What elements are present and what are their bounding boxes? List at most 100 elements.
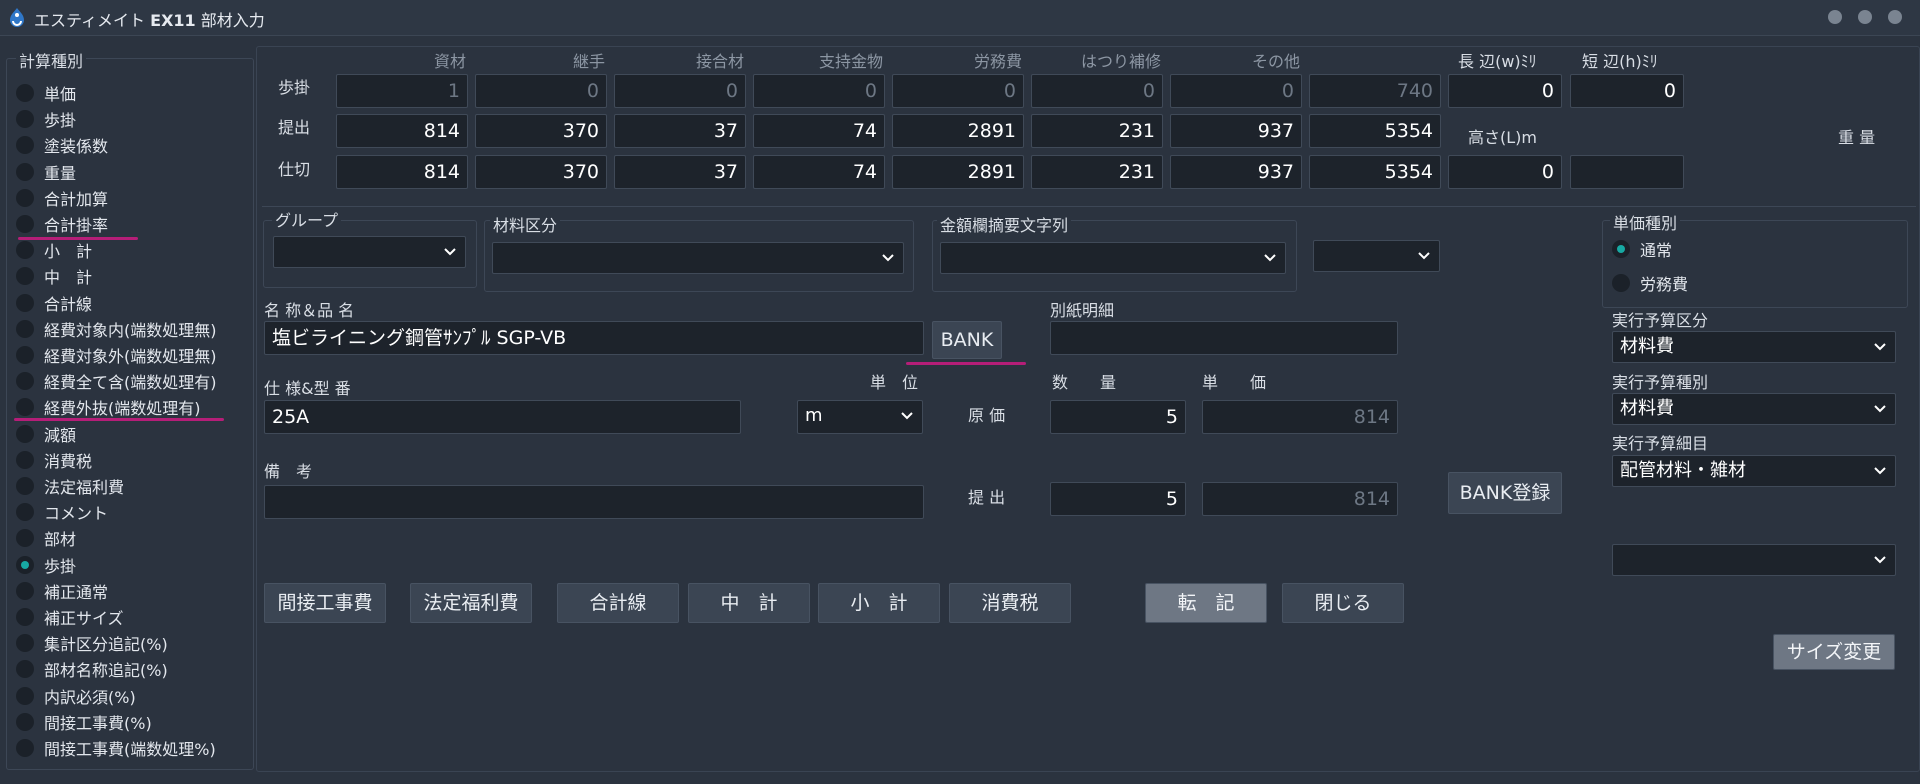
tax-button[interactable]: 消費税: [949, 583, 1071, 623]
weight-input[interactable]: [1570, 155, 1684, 189]
radio-button[interactable]: [16, 581, 34, 600]
unit-price-type-normal[interactable]: 通常: [1612, 236, 1848, 262]
radio-button[interactable]: [16, 424, 34, 443]
calc-type-option[interactable]: 単価: [16, 80, 252, 106]
radio-button[interactable]: [16, 634, 34, 653]
name-input[interactable]: 塩ビライニング鋼管ｻﾝﾌﾟﾙ SGP-VB: [264, 321, 924, 355]
grid-cell[interactable]: 0: [475, 74, 607, 108]
radio-button[interactable]: [16, 162, 34, 181]
calc-type-option[interactable]: 法定福利費: [16, 473, 252, 499]
radio-button[interactable]: [16, 293, 34, 312]
radio-button[interactable]: [16, 319, 34, 338]
calc-type-option[interactable]: 補正通常: [16, 578, 252, 604]
amount-summary-select[interactable]: [940, 242, 1286, 274]
grid-cell[interactable]: 2891: [892, 114, 1024, 148]
radio-button[interactable]: [16, 110, 34, 129]
exec-budget-type-select[interactable]: 材料費: [1612, 393, 1896, 425]
calc-type-option[interactable]: 歩掛: [16, 552, 252, 578]
radio-button[interactable]: [16, 660, 34, 679]
grid-cell[interactable]: 2891: [892, 155, 1024, 189]
indirect-cost-button[interactable]: 間接工事費: [264, 583, 386, 623]
radio-button[interactable]: [1612, 240, 1630, 258]
calc-type-option[interactable]: 経費対象内(端数処理無): [16, 316, 252, 342]
radio-button[interactable]: [16, 503, 34, 522]
grid-cell[interactable]: 231: [1031, 114, 1163, 148]
radio-button[interactable]: [16, 84, 34, 102]
grid-cell[interactable]: 370: [475, 114, 607, 148]
radio-button[interactable]: [16, 241, 34, 260]
calc-type-option[interactable]: 中 計: [16, 263, 252, 289]
calc-type-option[interactable]: 部材名称追記(%): [16, 656, 252, 682]
maximize-button[interactable]: [1858, 10, 1872, 24]
grid-cell[interactable]: 1: [336, 74, 468, 108]
radio-button[interactable]: [16, 555, 34, 574]
legal-welfare-button[interactable]: 法定福利費: [410, 583, 532, 623]
calc-type-option[interactable]: 重量: [16, 159, 252, 185]
grid-cell[interactable]: 0: [892, 74, 1024, 108]
spec-input[interactable]: 25A: [264, 400, 741, 434]
height-input[interactable]: 0: [1448, 155, 1562, 189]
radio-button[interactable]: [16, 188, 34, 207]
grid-cell[interactable]: 74: [753, 114, 885, 148]
calc-type-option[interactable]: 部材: [16, 525, 252, 551]
calc-type-option[interactable]: 間接工事費(端数処理%): [16, 735, 252, 761]
short-side-input[interactable]: 0: [1570, 74, 1684, 108]
radio-button[interactable]: [16, 136, 34, 155]
grid-cell[interactable]: 370: [475, 155, 607, 189]
grid-cell[interactable]: 814: [336, 114, 468, 148]
exec-budget-detail-select[interactable]: 配管材料・雑材: [1612, 455, 1896, 487]
grid-cell[interactable]: 0: [753, 74, 885, 108]
calc-type-option[interactable]: 集計区分追記(%): [16, 630, 252, 656]
cost-unit-price-input[interactable]: 814: [1202, 400, 1398, 434]
bank-button[interactable]: BANK: [932, 321, 1002, 359]
long-side-input[interactable]: 0: [1448, 74, 1562, 108]
calc-type-option[interactable]: 小 計: [16, 237, 252, 263]
mid-total-button[interactable]: 中 計: [688, 583, 810, 623]
calc-type-option[interactable]: 内訳必須(%): [16, 683, 252, 709]
minimize-button[interactable]: [1828, 10, 1842, 24]
transfer-button[interactable]: 転 記: [1145, 583, 1267, 623]
grid-cell[interactable]: 37: [614, 155, 746, 189]
submit-quantity-input[interactable]: 5: [1050, 482, 1186, 516]
radio-button[interactable]: [16, 686, 34, 705]
cost-quantity-input[interactable]: 5: [1050, 400, 1186, 434]
grid-cell[interactable]: 0: [1031, 74, 1163, 108]
unit-price-type-labor[interactable]: 労務費: [1612, 270, 1848, 296]
calc-type-option[interactable]: 合計加算: [16, 185, 252, 211]
grid-cell[interactable]: 5354: [1309, 155, 1441, 189]
calc-type-option[interactable]: 経費外抜(端数処理有): [16, 394, 252, 420]
total-line-button[interactable]: 合計線: [557, 583, 679, 623]
radio-button[interactable]: [16, 739, 34, 757]
bottom-select[interactable]: [1612, 544, 1896, 576]
grid-cell[interactable]: 0: [1170, 74, 1302, 108]
calc-type-option[interactable]: 補正サイズ: [16, 604, 252, 630]
calc-type-option[interactable]: 減額: [16, 421, 252, 447]
grid-cell[interactable]: 814: [336, 155, 468, 189]
grid-cell[interactable]: 74: [753, 155, 885, 189]
exec-budget-class-select[interactable]: 材料費: [1612, 331, 1896, 363]
separate-detail-input[interactable]: [1050, 321, 1398, 355]
unit-select[interactable]: m: [797, 400, 923, 434]
grid-cell[interactable]: 937: [1170, 155, 1302, 189]
sub-total-button[interactable]: 小 計: [818, 583, 940, 623]
grid-cell[interactable]: 0: [614, 74, 746, 108]
calc-type-option[interactable]: 合計掛率: [16, 211, 252, 237]
material-class-select[interactable]: [492, 242, 904, 274]
radio-button[interactable]: [1612, 274, 1630, 292]
close-button[interactable]: 閉じる: [1282, 583, 1404, 623]
submit-unit-price-input[interactable]: 814: [1202, 482, 1398, 516]
extra-select[interactable]: [1313, 240, 1440, 272]
radio-button[interactable]: [16, 346, 34, 364]
radio-button[interactable]: [16, 450, 34, 469]
radio-button[interactable]: [16, 477, 34, 495]
radio-button[interactable]: [16, 215, 34, 233]
radio-button[interactable]: [16, 267, 34, 286]
calc-type-option[interactable]: 塗装係数: [16, 132, 252, 158]
radio-button[interactable]: [16, 372, 34, 391]
radio-button[interactable]: [16, 398, 34, 417]
grid-cell[interactable]: 37: [614, 114, 746, 148]
remarks-input[interactable]: [264, 485, 924, 519]
calc-type-option[interactable]: コメント: [16, 499, 252, 525]
radio-button[interactable]: [16, 529, 34, 548]
group-select[interactable]: [273, 236, 466, 268]
